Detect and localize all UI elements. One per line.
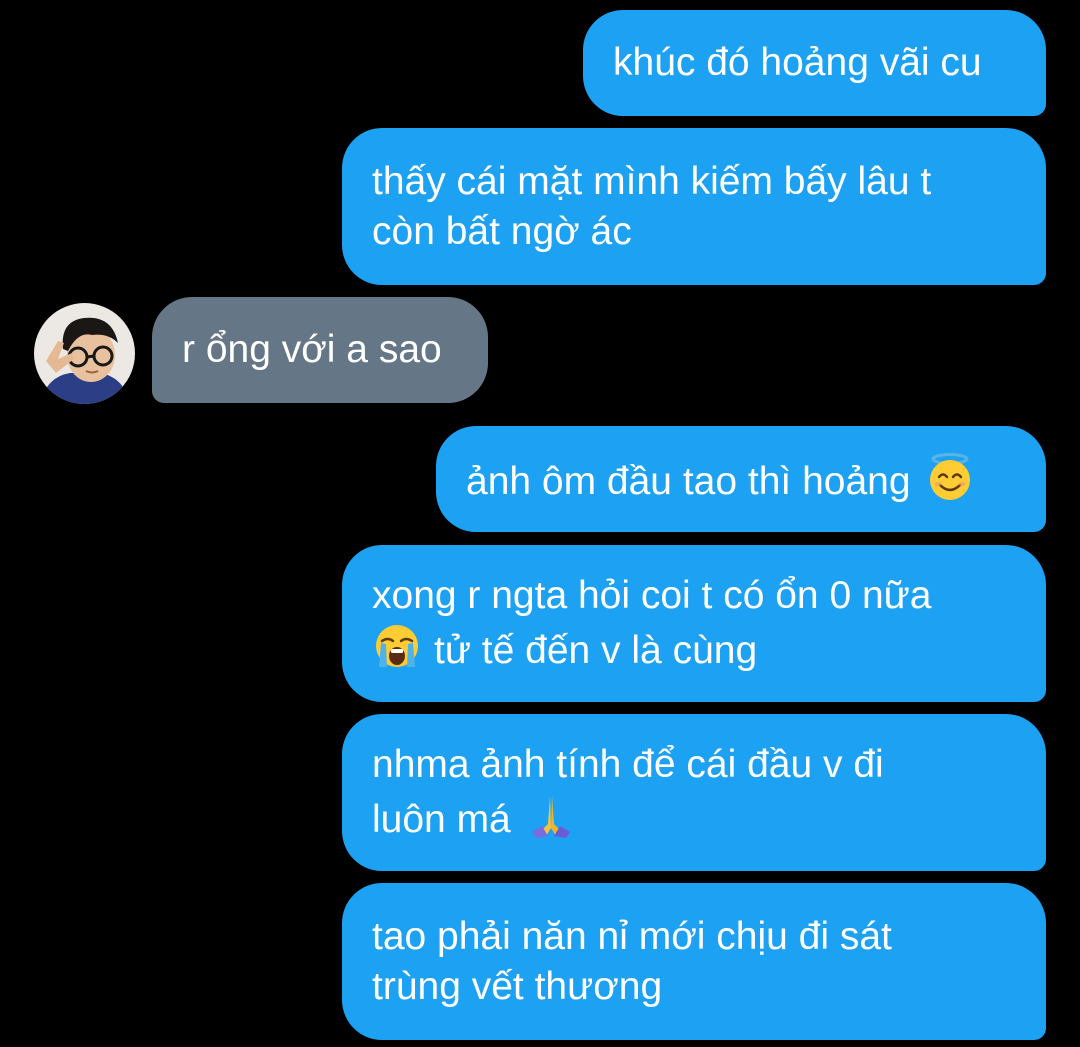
message-text: trùng vết thương — [372, 964, 663, 1008]
message-bubble-received[interactable]: r ổng với a sao — [152, 297, 488, 403]
message-text: tử tế đến v là cùng — [434, 629, 758, 672]
message-text: xong r ngta hỏi coi t có ổn 0 nữa — [372, 574, 932, 617]
message-text: luôn má — [372, 798, 511, 841]
message-text: khúc đó hoảng vãi cu — [613, 41, 982, 84]
message-text: còn bất ngờ ác — [372, 209, 632, 253]
message-text: thấy cái mặt mình kiếm bấy lâu t — [372, 159, 932, 203]
contact-avatar[interactable] — [34, 303, 135, 404]
message-bubble-sent[interactable]: xong r ngta hỏi coi t có ổn 0 nữa tử tế … — [342, 545, 1046, 702]
message-text: r ổng với a sao — [182, 328, 442, 371]
avatar-photo — [34, 303, 135, 404]
message-bubble-sent[interactable]: ảnh ôm đầu tao thì hoảng — [436, 426, 1046, 532]
message-text: ảnh ôm đầu tao thì hoảng — [466, 459, 911, 503]
message-text: nhma ảnh tính để cái đầu v đi — [372, 743, 884, 786]
message-bubble-sent[interactable]: tao phải năn nỉ mới chịu đi sát trùng vế… — [342, 883, 1046, 1040]
message-text: tao phải năn nỉ mới chịu đi sát — [372, 914, 892, 958]
folded-hands-icon — [526, 790, 576, 840]
message-bubble-sent[interactable]: thấy cái mặt mình kiếm bấy lâu t còn bất… — [342, 128, 1046, 285]
smiling-face-with-halo-icon — [925, 452, 975, 502]
message-bubble-sent[interactable]: khúc đó hoảng vãi cu — [583, 10, 1046, 116]
loudly-crying-face-icon — [372, 621, 422, 671]
message-bubble-sent[interactable]: nhma ảnh tính để cái đầu v đi luôn má — [342, 714, 1046, 871]
